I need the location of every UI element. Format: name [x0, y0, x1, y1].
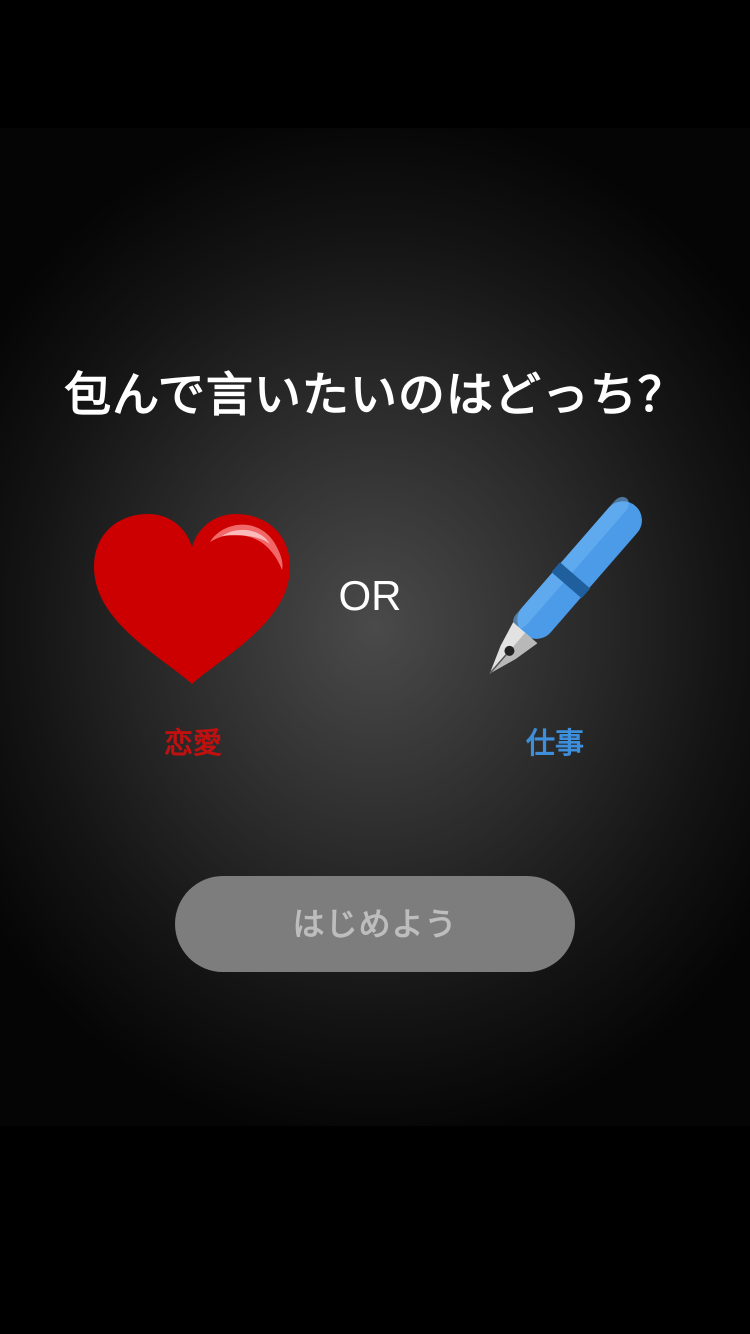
fountain-pen-icon	[489, 496, 642, 674]
question-title: 包んで言いたいのはどっち？	[64, 368, 686, 423]
love-label[interactable]: 恋愛	[113, 720, 273, 762]
or-separator: OR	[338, 572, 402, 619]
app-screen: 包んで言いたいのはどっち？ OR 恋愛 仕事 はじめよう	[0, 0, 750, 1334]
love-option[interactable]	[92, 512, 292, 687]
work-option[interactable]	[466, 488, 650, 702]
start-button[interactable]: はじめよう	[175, 876, 575, 972]
heart-icon	[94, 514, 290, 684]
work-label[interactable]: 仕事	[475, 720, 635, 762]
